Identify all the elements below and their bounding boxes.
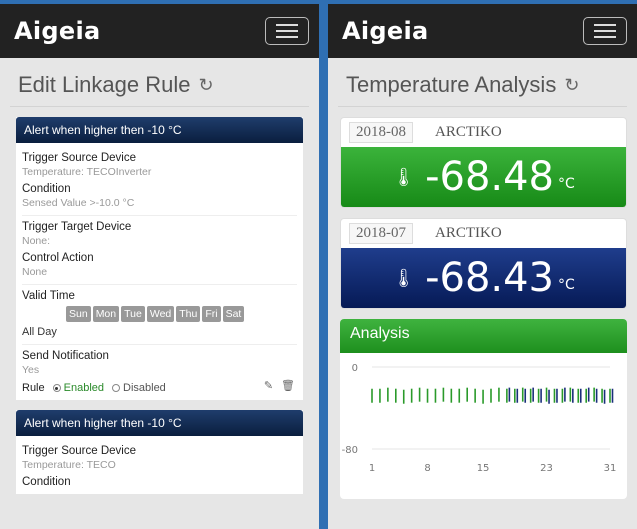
analysis-header: Analysis	[340, 319, 627, 353]
temperature-value: -68.43	[425, 255, 555, 301]
rule-card: Alert when higher then -10 °C Trigger So…	[16, 117, 303, 400]
temperature-value-box: 🌡 -68.43 °C	[341, 248, 626, 308]
temperature-card[interactable]: 2018-07 ARCTIKO 🌡 -68.43 °C	[340, 218, 627, 309]
page-title-text: Temperature Analysis	[346, 72, 557, 97]
analysis-chart: 0 -80 1 8 15 23 31	[340, 353, 627, 499]
temperature-meta: 2018-07 ARCTIKO	[341, 219, 626, 248]
divider	[22, 284, 297, 285]
page-title-text: Edit Linkage Rule	[18, 72, 191, 97]
enabled-radio[interactable]: Enabled	[52, 382, 104, 394]
menu-button[interactable]	[265, 17, 309, 45]
menu-icon	[276, 24, 298, 26]
x-tick-label: 31	[604, 463, 617, 474]
day-mon: Mon	[92, 306, 120, 322]
day-wed: Wed	[146, 306, 175, 322]
disabled-label: Disabled	[123, 382, 166, 394]
send-notification-value: Yes	[22, 364, 40, 376]
disabled-radio[interactable]: Disabled	[112, 382, 166, 394]
x-tick-label: 1	[369, 463, 375, 474]
rule-header[interactable]: Alert when higher then -10 °C	[16, 117, 303, 143]
thermometer-icon: 🌡	[392, 166, 416, 188]
rule-label: Rule	[22, 382, 45, 394]
day-sun: Sun	[66, 306, 91, 322]
trigger-source-label: Trigger Source Device	[22, 445, 136, 457]
temperature-card[interactable]: 2018-08 ARCTIKO 🌡 -68.48 °C	[340, 117, 627, 208]
condition-value: Sensed Value >-10.0 °C	[22, 197, 135, 209]
app-bar: Aigeia	[0, 0, 319, 58]
trigger-source-value: Temperature: TECOInverter	[22, 166, 152, 178]
day-sat: Sat	[222, 306, 245, 322]
page-title: Temperature Analysis ↻	[338, 58, 627, 107]
trigger-source-value: Temperature: TECO	[22, 459, 116, 471]
x-tick-label: 23	[540, 463, 553, 474]
brand-logo[interactable]: Aigeia	[342, 17, 428, 45]
radio-checked-icon	[52, 384, 61, 392]
linkage-rule-panel: Aigeia Edit Linkage Rule ↻ Alert when hi…	[0, 0, 319, 529]
y-tick-label: -80	[342, 445, 358, 456]
rule-card: Alert when higher then -10 °C Trigger So…	[16, 410, 303, 494]
temperature-value-box: 🌡 -68.48 °C	[341, 147, 626, 207]
control-action-label: Control Action	[22, 252, 94, 264]
valid-time-label: Valid Time	[22, 290, 75, 302]
device-name: ARCTIKO	[435, 124, 502, 140]
thermometer-icon: 🌡	[392, 267, 416, 289]
weekday-list: Sun Mon Tue Wed Thu Fri Sat	[66, 306, 297, 322]
refresh-icon[interactable]: ↻	[198, 75, 213, 96]
condition-label: Condition	[22, 476, 71, 488]
brand-logo[interactable]: Aigeia	[14, 17, 100, 45]
temperature-unit: °C	[558, 277, 575, 293]
x-tick-label: 15	[477, 463, 490, 474]
day-tue: Tue	[121, 306, 145, 322]
date-badge: 2018-07	[349, 223, 413, 244]
trigger-target-label: Trigger Target Device	[22, 221, 132, 233]
all-day-text: All Day	[22, 326, 57, 338]
device-name: ARCTIKO	[435, 225, 502, 241]
divider	[22, 344, 297, 345]
edit-icon[interactable]: ✎	[264, 379, 273, 392]
rule-header[interactable]: Alert when higher then -10 °C	[16, 410, 303, 436]
rule-body: Trigger Source Device Temperature: TECO …	[16, 436, 303, 494]
page-title: Edit Linkage Rule ↻	[10, 58, 309, 107]
menu-button[interactable]	[583, 17, 627, 45]
send-notification-label: Send Notification	[22, 350, 109, 362]
app-bar: Aigeia	[328, 0, 637, 58]
trigger-source-label: Trigger Source Device	[22, 152, 136, 164]
day-thu: Thu	[176, 306, 201, 322]
rule-body: Trigger Source Device Temperature: TECOI…	[16, 143, 303, 400]
rule-actions: ✎ 🗑	[264, 379, 295, 392]
x-tick-label: 8	[424, 463, 430, 474]
control-action-value: None	[22, 266, 48, 278]
condition-label: Condition	[22, 183, 71, 195]
trigger-target-value: None:	[22, 235, 51, 247]
menu-icon	[594, 24, 616, 26]
y-tick-label: 0	[352, 363, 358, 374]
temperature-value: -68.48	[425, 154, 555, 200]
date-badge: 2018-08	[349, 122, 413, 143]
rule-status-row: Rule Enabled Disabled	[22, 382, 297, 394]
divider	[22, 215, 297, 216]
radio-unchecked-icon	[112, 384, 120, 392]
chart-svg: 0 -80 1 8 15 23 31	[342, 363, 617, 474]
trash-icon[interactable]: 🗑	[281, 379, 295, 392]
temperature-meta: 2018-08 ARCTIKO	[341, 118, 626, 147]
temperature-unit: °C	[558, 176, 575, 192]
enabled-label: Enabled	[63, 382, 104, 394]
temperature-analysis-panel: Aigeia Temperature Analysis ↻ 2018-08 AR…	[328, 0, 637, 529]
refresh-icon[interactable]: ↻	[564, 75, 579, 96]
day-fri: Fri	[202, 306, 221, 322]
analysis-card: Analysis 0 -80 1 8 15 23 31	[340, 319, 627, 499]
